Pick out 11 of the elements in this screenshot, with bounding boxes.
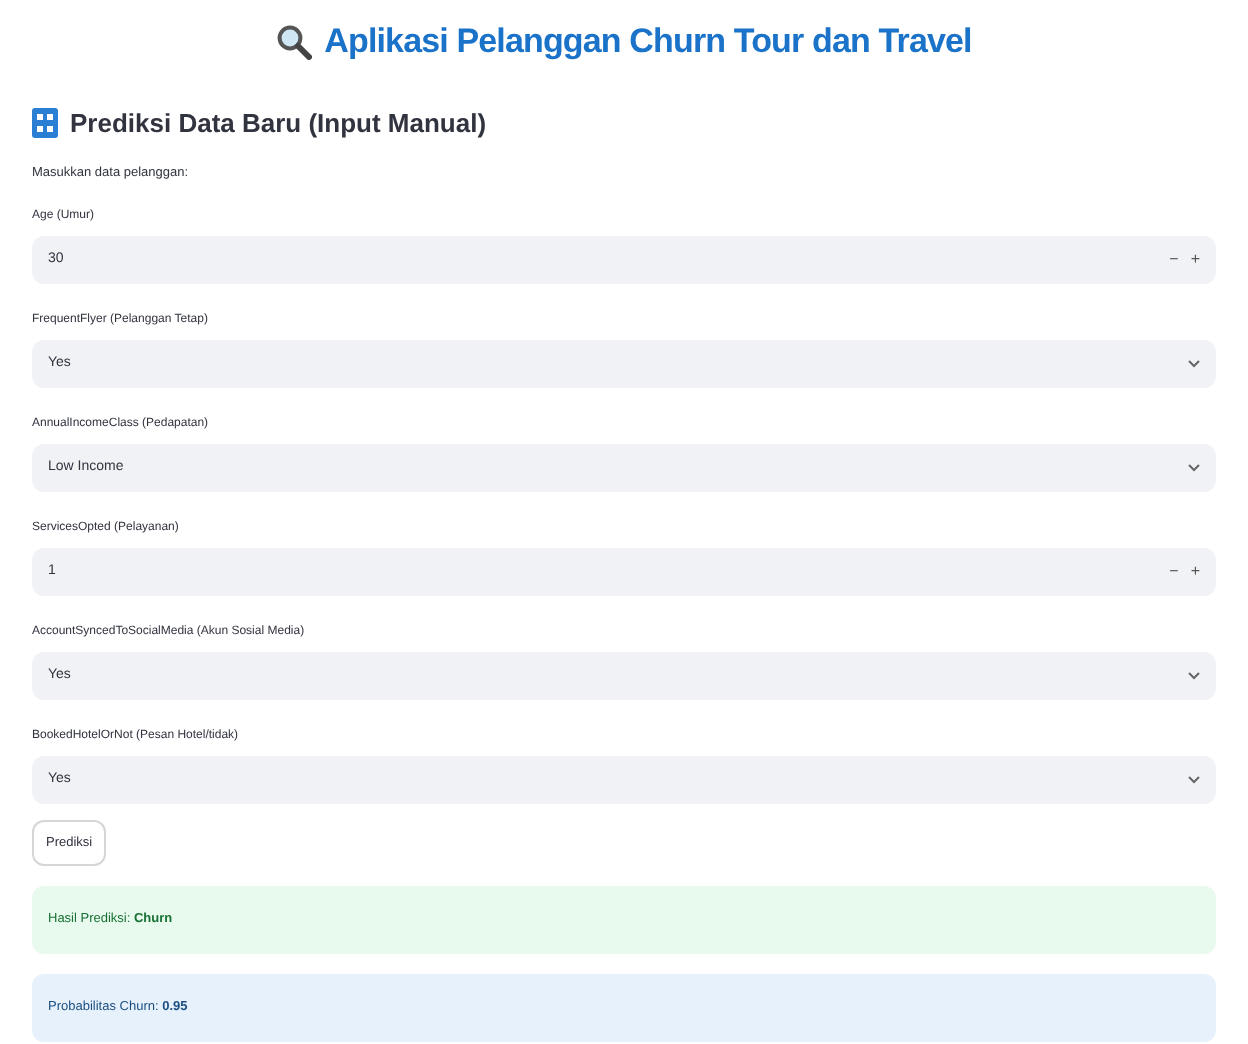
chevron-down-icon [1188,360,1200,368]
chevron-down-icon [1188,776,1200,784]
decrement-button[interactable]: − [1169,560,1179,584]
section-heading: Prediksi Data Baru (Input Manual) [70,106,487,142]
increment-button[interactable]: + [1190,248,1200,272]
page-title: Aplikasi Pelanggan Churn Tour dan Travel [324,20,972,65]
decrement-button[interactable]: − [1169,248,1179,272]
magnifier-icon [276,24,313,60]
increment-button[interactable]: + [1190,560,1200,584]
chevron-down-icon [1188,464,1200,472]
chevron-down-icon [1188,672,1200,680]
